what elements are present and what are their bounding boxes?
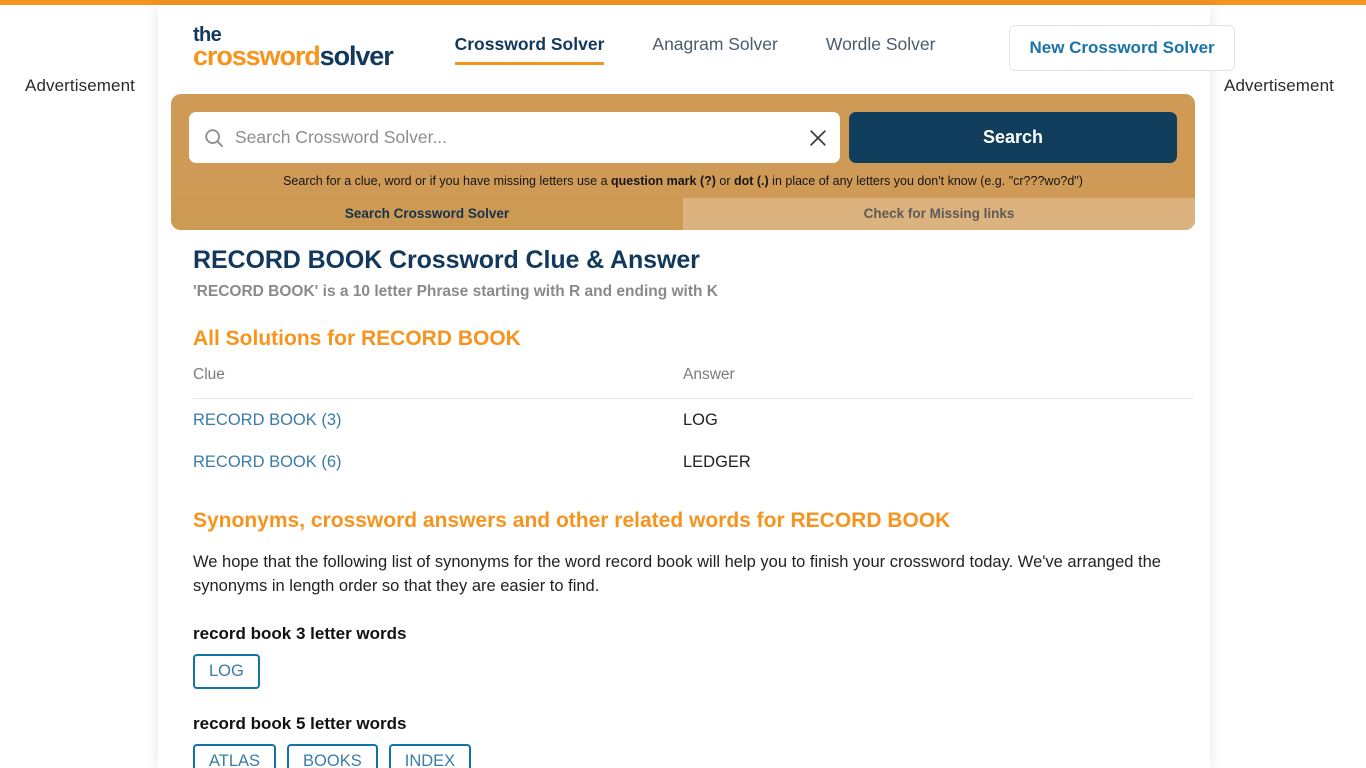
table-header-clue: Clue	[193, 366, 683, 399]
word-chip[interactable]: INDEX	[388, 744, 472, 768]
table-cell-clue: RECORD BOOK (3)	[193, 399, 683, 442]
search-button[interactable]: Search	[849, 112, 1177, 163]
synonyms-heading: Synonyms, crossword answers and other re…	[193, 509, 951, 532]
word-group-5-letter: record book 5 letter words ATLAS BOOKS I…	[193, 714, 1193, 768]
word-group-title: record book 5 letter words	[193, 714, 407, 734]
nav-item-wordle-solver[interactable]: Wordle Solver	[802, 30, 960, 65]
table-row: RECORD BOOK (6) LEDGER	[193, 441, 1193, 483]
logo-word-solver: solver	[319, 41, 394, 72]
logo-word-crossword: crossword	[193, 41, 321, 72]
search-input[interactable]	[225, 127, 796, 148]
search-hint-suffix: in place of any letters you don't know (…	[768, 174, 1083, 188]
advertisement-label-right: Advertisement	[1224, 76, 1334, 95]
word-group-title: record book 3 letter words	[193, 623, 407, 643]
search-hint-text: Search for a clue, word or if you have m…	[171, 163, 1195, 198]
nav-item-crossword-solver[interactable]: Crossword Solver	[431, 30, 629, 65]
advertisement-label-left: Advertisement	[25, 76, 135, 95]
table-cell-answer: LOG	[683, 411, 718, 429]
table-header-row: Clue Answer	[193, 366, 1193, 399]
table-cell-answer: LEDGER	[683, 453, 751, 471]
search-panel: Search Search for a clue, word or if you…	[171, 94, 1195, 230]
search-row: Search	[171, 94, 1195, 163]
word-chip[interactable]: BOOKS	[287, 744, 378, 768]
logo-line-crosswordsolver: crosswordsolver	[193, 41, 394, 72]
page-subtitle: 'RECORD BOOK' is a 10 letter Phrase star…	[193, 283, 718, 300]
search-hint-bold-question-mark: question mark (?)	[611, 174, 716, 188]
table-header-answer: Answer	[683, 366, 1193, 399]
table-cell-clue: RECORD BOOK (6)	[193, 441, 683, 483]
word-group-3-letter: record book 3 letter words LOG	[193, 624, 1193, 690]
search-hint-bold-dot: dot (.)	[733, 174, 769, 188]
nav-item-anagram-solver[interactable]: Anagram Solver	[628, 30, 801, 65]
search-hint-middle: or	[715, 174, 734, 188]
clue-link[interactable]: RECORD BOOK (3)	[193, 411, 342, 429]
search-hint-prefix: Search for a clue, word or if you have m…	[283, 174, 612, 188]
search-field-wrapper	[189, 112, 840, 163]
word-chip[interactable]: ATLAS	[193, 744, 277, 768]
site-logo[interactable]: the crosswordsolver	[193, 25, 394, 72]
page-root: Advertisement Advertisement the crosswor…	[0, 5, 1366, 768]
page-title: RECORD BOOK Crossword Clue & Answer	[193, 246, 700, 274]
main-content: RECORD BOOK Crossword Clue & Answer 'REC…	[193, 246, 1193, 768]
main-navigation: Crossword Solver Anagram Solver Wordle S…	[431, 30, 960, 65]
tab-check-for-missing-links[interactable]: Check for Missing links	[683, 198, 1195, 230]
word-chip[interactable]: LOG	[193, 653, 260, 690]
search-icon	[203, 127, 225, 149]
clue-link[interactable]: RECORD BOOK (6)	[193, 453, 342, 471]
synonyms-lead-paragraph: We hope that the following list of synon…	[193, 553, 1161, 596]
site-header: the crosswordsolver Crossword Solver Ana…	[158, 10, 1235, 85]
search-panel-tabs: Search Crossword Solver Check for Missin…	[171, 198, 1195, 230]
close-icon[interactable]	[796, 116, 840, 160]
word-chip-list: ATLAS BOOKS INDEX	[193, 744, 1193, 768]
solutions-table: Clue Answer RECORD BOOK (3) LOG RECORD B…	[193, 366, 1193, 483]
new-crossword-solver-button[interactable]: New Crossword Solver	[1009, 24, 1235, 71]
word-chip-list: LOG	[193, 653, 1193, 690]
tab-search-crossword-solver[interactable]: Search Crossword Solver	[171, 198, 683, 230]
table-row: RECORD BOOK (3) LOG	[193, 399, 1193, 442]
all-solutions-heading: All Solutions for RECORD BOOK	[193, 327, 521, 350]
